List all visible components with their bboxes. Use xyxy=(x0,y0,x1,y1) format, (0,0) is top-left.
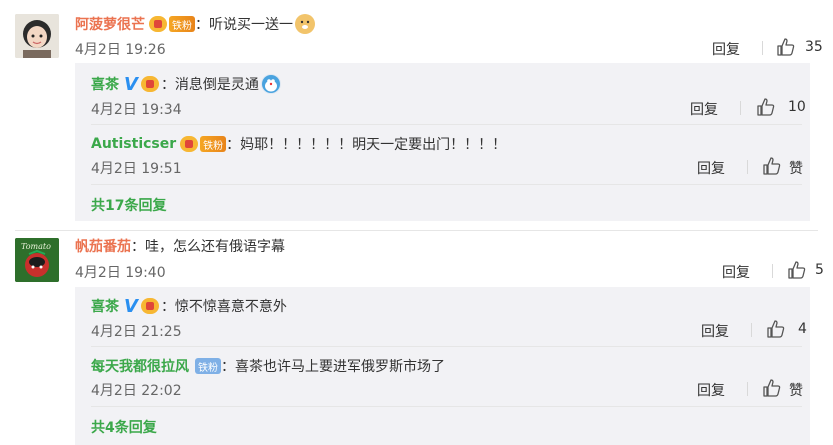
reply-time: 4月2日 19:34 xyxy=(91,102,182,118)
like-count: 35 xyxy=(805,39,823,55)
reply-header: Autisticser 铁粉 ：妈耶！！！！！！明天一定要出门！！！！ xyxy=(91,133,506,155)
username[interactable]: 帆茄番茄 xyxy=(75,236,131,256)
fan-badge[interactable]: 铁粉 xyxy=(200,136,227,152)
crown-badge-icon xyxy=(149,16,167,32)
divider xyxy=(772,264,773,278)
reply-button[interactable]: 回复 xyxy=(697,158,725,178)
thumbs-up-icon[interactable] xyxy=(766,319,786,339)
divider xyxy=(91,184,802,185)
reply-text: ：妈耶！！！！！！明天一定要出门！！！！ xyxy=(226,137,507,153)
v-badge-icon: V xyxy=(124,295,138,317)
comment-time: 4月2日 19:26 xyxy=(75,42,166,58)
thumbs-up-icon[interactable] xyxy=(776,37,796,57)
reply-time: 4月2日 22:02 xyxy=(91,383,182,399)
username[interactable]: Autisticser xyxy=(91,136,176,152)
like-count: 5 xyxy=(815,262,824,278)
divider xyxy=(751,323,752,337)
fan-badge[interactable]: 铁粉 xyxy=(169,16,195,32)
divider xyxy=(91,124,802,125)
divider xyxy=(762,41,763,55)
divider xyxy=(747,382,748,396)
divider xyxy=(740,101,741,115)
fan-badge[interactable]: 铁粉 xyxy=(195,358,221,374)
reply-header: 喜茶 V ：惊不惊喜意不意外 xyxy=(91,295,287,317)
reply-button[interactable]: 回复 xyxy=(697,380,725,400)
username[interactable]: 喜茶 xyxy=(91,296,119,316)
crown-badge-icon xyxy=(180,136,199,152)
username[interactable]: 阿菠萝很芒 xyxy=(75,14,145,34)
reply-text: ：消息倒是灵通 xyxy=(160,77,259,93)
reply-time: 4月2日 21:25 xyxy=(91,324,182,340)
reply-button[interactable]: 回复 xyxy=(690,99,718,119)
comment-header: 帆茄番茄 ：哇，怎么还有俄语字幕 xyxy=(75,236,285,256)
like-count: 10 xyxy=(788,99,806,115)
comment-text: ：哇，怎么还有俄语字幕 xyxy=(131,239,285,255)
reply-header: 每天我都很拉风 铁粉 ：喜茶也许马上要进军俄罗斯市场了 xyxy=(91,355,445,377)
comment-time: 4月2日 19:40 xyxy=(75,265,166,281)
doraemon-emoji-icon xyxy=(260,74,281,94)
comment-divider xyxy=(15,230,818,231)
more-replies-link[interactable]: 共4条回复 xyxy=(91,417,157,437)
reply-button[interactable]: 回复 xyxy=(701,321,729,341)
avatar-text: Tomato xyxy=(21,242,51,251)
doge-emoji-icon xyxy=(295,14,315,34)
thumbs-up-icon[interactable] xyxy=(787,260,807,280)
divider xyxy=(91,346,802,347)
divider xyxy=(747,160,748,174)
reply-text: ：喜茶也许马上要进军俄罗斯市场了 xyxy=(221,359,445,375)
avatar[interactable] xyxy=(15,14,59,58)
thumbs-up-icon[interactable] xyxy=(762,378,782,398)
reply-button[interactable]: 回复 xyxy=(712,39,740,59)
divider xyxy=(91,406,802,407)
username[interactable]: 每天我都很拉风 xyxy=(91,356,189,376)
like-count: 4 xyxy=(798,321,807,337)
reply-header: 喜茶 V ：消息倒是灵通 xyxy=(91,73,281,95)
like-label[interactable]: 赞 xyxy=(789,380,803,400)
crown-badge-icon xyxy=(140,298,159,314)
v-badge-icon: V xyxy=(124,73,138,95)
reply-time: 4月2日 19:51 xyxy=(91,161,182,177)
like-label[interactable]: 赞 xyxy=(789,158,803,178)
thumbs-up-icon[interactable] xyxy=(756,97,776,117)
comment-header: 阿菠萝很芒 铁粉 ：听说买一送一 xyxy=(75,14,315,34)
avatar[interactable]: Tomato xyxy=(15,238,59,282)
more-replies-link[interactable]: 共17条回复 xyxy=(91,195,166,215)
thumbs-up-icon[interactable] xyxy=(762,156,782,176)
username[interactable]: 喜茶 xyxy=(91,74,119,94)
comment-text: ：听说买一送一 xyxy=(195,17,293,33)
crown-badge-icon xyxy=(140,76,159,92)
reply-button[interactable]: 回复 xyxy=(722,262,750,282)
reply-text: ：惊不惊喜意不意外 xyxy=(160,299,287,315)
